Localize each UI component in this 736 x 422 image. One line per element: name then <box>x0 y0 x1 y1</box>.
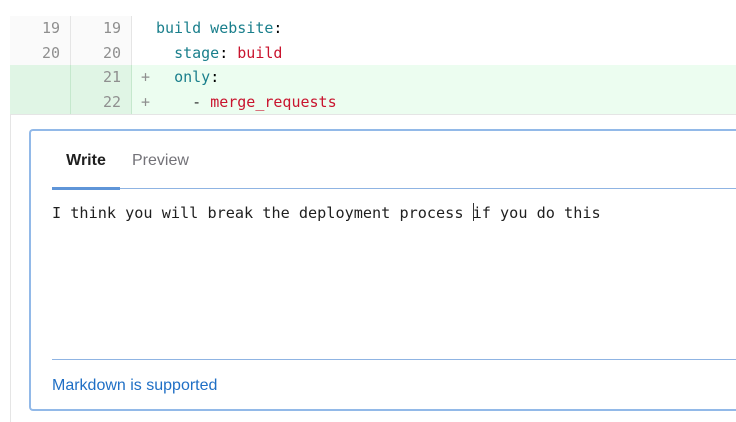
code-line: only: <box>156 65 219 90</box>
yaml-key: stage <box>174 43 220 62</box>
code-line: - merge_requests <box>156 90 337 115</box>
diff-view: 19 19 build website: 20 20 stage: build … <box>10 16 736 114</box>
old-line-number[interactable]: 20 <box>10 40 71 65</box>
diff-added-marker: + <box>141 92 151 111</box>
discussion-left-border <box>10 115 11 422</box>
comment-textarea[interactable]: I think you will break the deployment pr… <box>52 203 601 222</box>
tab-preview[interactable]: Preview <box>132 152 189 170</box>
comment-footer-divider <box>52 359 736 360</box>
diff-line-21-added: 21 + only: <box>10 65 736 90</box>
yaml-value: merge_requests <box>210 92 337 111</box>
comment-tabs: Write Preview <box>52 131 736 190</box>
yaml-key: only <box>174 68 211 86</box>
code-line: build website: <box>156 16 282 41</box>
yaml-key: build website <box>156 19 274 37</box>
old-line-number[interactable] <box>10 89 71 114</box>
diff-line-22-added: 22 + - merge_requests <box>10 89 736 115</box>
new-line-number[interactable]: 20 <box>71 40 132 65</box>
diff-divider <box>10 114 736 115</box>
new-line-number[interactable]: 19 <box>71 16 132 41</box>
comment-text-before-caret: I think you will break the deployment pr… <box>52 204 473 222</box>
diff-line-19: 19 19 build website: <box>10 16 736 41</box>
tab-write[interactable]: Write <box>52 152 120 190</box>
old-line-number[interactable] <box>10 65 71 90</box>
markdown-help-link[interactable]: Markdown is supported <box>52 377 217 395</box>
yaml-dash: - <box>192 92 211 111</box>
yaml-separator: : <box>273 19 283 37</box>
code-line: stage: build <box>156 41 282 66</box>
diff-line-20: 20 20 stage: build <box>10 40 736 66</box>
yaml-separator: : <box>210 68 220 86</box>
comment-form: Write Preview I think you will break the… <box>29 129 736 411</box>
yaml-value: build <box>237 43 283 62</box>
new-line-number[interactable]: 21 <box>71 65 132 90</box>
comment-text-after-caret: if you do this <box>472 204 601 222</box>
old-line-number[interactable]: 19 <box>10 16 71 41</box>
yaml-separator: : <box>219 43 238 62</box>
diff-added-marker: + <box>141 68 151 86</box>
new-line-number[interactable]: 22 <box>71 89 132 114</box>
